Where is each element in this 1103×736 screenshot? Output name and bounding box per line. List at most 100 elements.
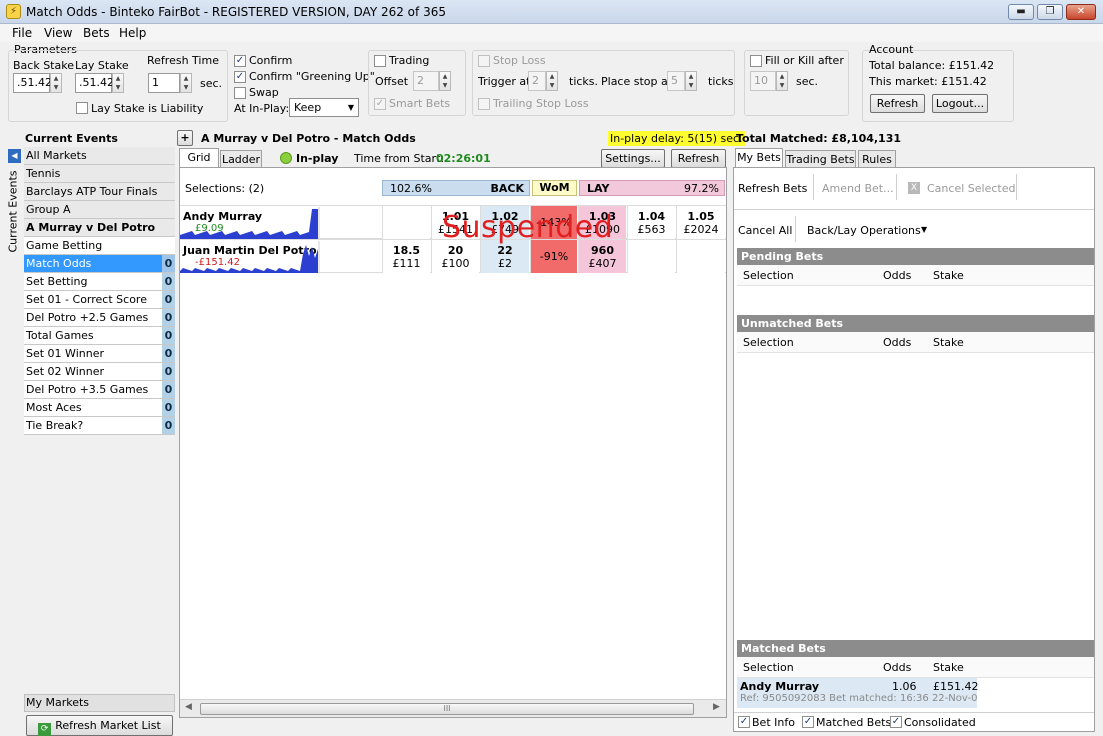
event-tree-item[interactable]: All Markets	[24, 147, 175, 165]
refresh-time-input[interactable]: 1	[148, 73, 180, 93]
lay-price-cell[interactable]	[676, 240, 725, 273]
current-events-vertical-tab[interactable]: Current Events	[7, 165, 21, 260]
event-tree-item[interactable]: Set 01 - Correct Score 0	[24, 291, 175, 309]
account-refresh-button[interactable]: Refresh	[870, 94, 925, 113]
backlay-ops-button[interactable]: Back/Lay Operations	[807, 224, 921, 237]
event-tree-item[interactable]: Most Aces 0	[24, 399, 175, 417]
tab-grid[interactable]: Grid	[179, 148, 219, 169]
event-tree-item[interactable]: Set Betting 0	[24, 273, 175, 291]
fok-checkbox[interactable]	[750, 55, 762, 67]
trigger-input[interactable]: 2	[528, 71, 546, 91]
bets-panel: Refresh Bets Amend Bet... X Cancel Selec…	[733, 167, 1095, 732]
total-matched: Total Matched: £8,104,131	[736, 132, 902, 145]
back-label: BACK	[490, 182, 525, 195]
event-tree-item[interactable]: Set 01 Winner 0	[24, 345, 175, 363]
event-tree-item[interactable]: Del Potro +3.5 Games 0	[24, 381, 175, 399]
event-tree-item[interactable]: Tie Break? 0	[24, 417, 175, 435]
refresh-bets-button[interactable]: Refresh Bets	[738, 182, 807, 195]
menu-help[interactable]: Help	[119, 26, 146, 40]
event-tree-item[interactable]: Game Betting	[24, 237, 175, 255]
market-refresh-button[interactable]: Refresh	[671, 149, 726, 168]
scroll-thumb[interactable]: III	[200, 703, 694, 715]
event-tree-item[interactable]: Total Games 0	[24, 327, 175, 345]
refresh-market-list-button[interactable]: ⟳ Refresh Market List	[26, 715, 173, 736]
trigger-label: Trigger at	[478, 75, 531, 88]
menu-view[interactable]: View	[44, 26, 72, 40]
matched-bet-name: Andy Murray	[740, 680, 820, 693]
fok-spinner[interactable]: ▲ ▼	[776, 71, 788, 91]
offset-spinner[interactable]: ▲ ▼	[439, 71, 451, 91]
offset-input[interactable]: 2	[413, 71, 439, 91]
lay-price-cell[interactable]: 1.05 £2024	[676, 206, 725, 239]
place-stop-spinner[interactable]: ▲ ▼	[685, 71, 697, 91]
lay-liability-checkbox[interactable]	[76, 102, 88, 114]
settings-button[interactable]: Settings...	[601, 149, 665, 168]
event-tree-item-label: Set 01 Winner	[26, 347, 104, 360]
event-tree-item[interactable]: Barclays ATP Tour Finals	[24, 183, 175, 201]
event-tree-item[interactable]: Tennis	[24, 165, 175, 183]
event-tree-item[interactable]: Del Potro +2.5 Games 0	[24, 309, 175, 327]
col-selection[interactable]: Selection	[743, 661, 794, 674]
col-odds[interactable]: Odds	[883, 336, 911, 349]
back-stake-input[interactable]: .51.42	[13, 73, 52, 93]
back-price-cell[interactable]: 18.5 £111	[382, 240, 430, 273]
event-tree-item[interactable]: A Murray v Del Potro	[24, 219, 175, 237]
add-market-button[interactable]: +	[177, 130, 193, 146]
scroll-right-icon[interactable]: ▶	[713, 702, 720, 712]
logout-button[interactable]: Logout...	[932, 94, 988, 113]
event-tree-item[interactable]: Match Odds 0	[24, 255, 175, 273]
price-odds: 20	[447, 244, 464, 257]
trigger-spinner[interactable]: ▲ ▼	[546, 71, 558, 91]
total-balance: Total balance: £151.42	[869, 59, 995, 72]
matched-bets-checkbox[interactable]: ✓	[802, 716, 814, 728]
scroll-left-icon[interactable]: ◀	[185, 702, 192, 712]
horizontal-scrollbar[interactable]: ◀ III ▶	[180, 699, 726, 717]
col-odds[interactable]: Odds	[883, 661, 911, 674]
col-stake[interactable]: Stake	[933, 269, 964, 282]
menu-bets[interactable]: Bets	[83, 26, 110, 40]
event-tree-item[interactable]: Set 02 Winner 0	[24, 363, 175, 381]
col-odds[interactable]: Odds	[883, 269, 911, 282]
stop-loss-checkbox[interactable]	[478, 55, 490, 67]
back-header: 102.6% BACK	[382, 180, 530, 196]
maximize-button[interactable]: ❐	[1037, 4, 1063, 20]
cancel-selected-button[interactable]: Cancel Selected	[927, 182, 1015, 195]
lay-price-cell[interactable]: 1.04 £563	[627, 206, 675, 239]
lay-stake-input[interactable]: .51.42	[75, 73, 114, 93]
back-stake-spinner[interactable]: ▲ ▼	[50, 73, 62, 93]
cancel-all-button[interactable]: Cancel All	[738, 224, 792, 237]
confirm-greening-checkbox[interactable]: ✓	[234, 71, 246, 83]
at-inplay-select[interactable]: Keep ▼	[289, 98, 359, 117]
confirm-checkbox[interactable]: ✓	[234, 55, 246, 67]
lay-stake-spinner[interactable]: ▲ ▼	[112, 73, 124, 93]
col-selection[interactable]: Selection	[743, 269, 794, 282]
matched-bet-row[interactable]: Andy Murray 1.06 £151.42 Ref: 9505092083…	[737, 678, 979, 708]
bet-count-badge: 0	[162, 273, 175, 290]
swap-checkbox[interactable]	[234, 87, 246, 99]
event-tree-item[interactable]: Group A	[24, 201, 175, 219]
bet-info-checkbox[interactable]: ✓	[738, 716, 750, 728]
trailing-checkbox[interactable]	[478, 98, 490, 110]
back-price-cell[interactable]	[382, 206, 430, 239]
amend-bet-button[interactable]: Amend Bet...	[822, 182, 894, 195]
trading-checkbox[interactable]	[374, 55, 386, 67]
back-stake-label: Back Stake	[13, 59, 74, 72]
collapse-panel-icon[interactable]: ◀	[8, 149, 21, 163]
inplay-label: In-play	[296, 152, 339, 165]
close-button[interactable]: ✕	[1066, 4, 1096, 20]
chevron-down-icon[interactable]: ▼	[921, 225, 927, 234]
col-stake[interactable]: Stake	[933, 336, 964, 349]
col-selection[interactable]: Selection	[743, 336, 794, 349]
tab-my-bets[interactable]: My Bets	[735, 148, 783, 169]
my-markets-label[interactable]: My Markets	[24, 694, 175, 712]
refresh-time-spinner[interactable]: ▲ ▼	[180, 73, 192, 93]
consolidated-checkbox[interactable]: ✓	[890, 716, 902, 728]
minimize-button[interactable]: ▬	[1008, 4, 1034, 20]
fok-input[interactable]: 10	[750, 71, 776, 91]
col-stake[interactable]: Stake	[933, 661, 964, 674]
confirm-greening-label: Confirm "Greening Up"	[249, 70, 375, 83]
place-stop-input[interactable]: 5	[667, 71, 685, 91]
lay-price-cell[interactable]	[627, 240, 675, 273]
menu-file[interactable]: File	[12, 26, 32, 40]
smart-bets-checkbox[interactable]: ✓	[374, 98, 386, 110]
